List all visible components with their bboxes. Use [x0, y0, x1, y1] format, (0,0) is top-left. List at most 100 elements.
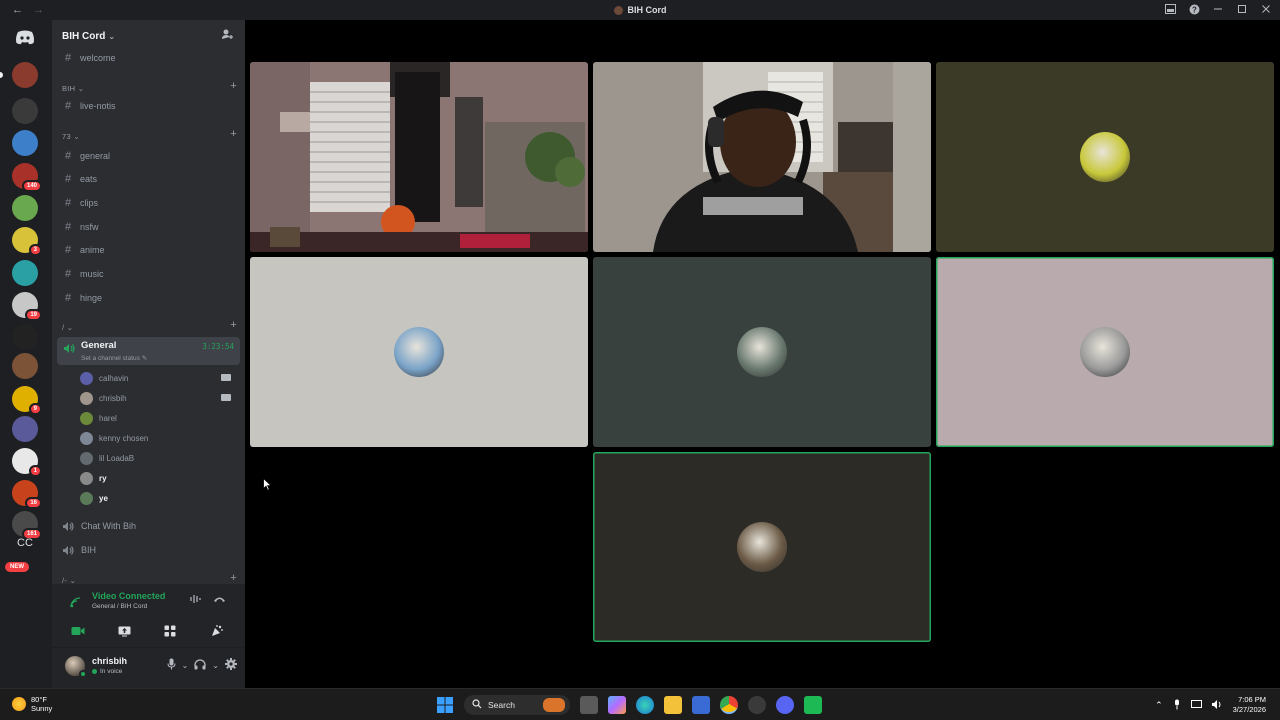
server-13-icon[interactable]: 1	[12, 448, 42, 477]
server-11-icon[interactable]: 9	[12, 386, 42, 415]
volume-icon[interactable]	[1211, 699, 1223, 711]
voice-channel-general[interactable]: General Set a channel status ✎ 3:23:54	[57, 337, 240, 365]
inbox-icon[interactable]	[1164, 3, 1176, 15]
file-explorer-icon[interactable]	[664, 696, 682, 714]
voice-channel-chat-with-bih[interactable]: Chat With Bih	[62, 517, 237, 535]
windows-start-icon[interactable]	[436, 696, 454, 714]
discord-taskbar-icon[interactable]	[776, 696, 794, 714]
chevron-down-icon[interactable]: ⌄	[182, 661, 189, 670]
maximize-icon[interactable]	[1236, 3, 1248, 15]
server-4-icon[interactable]: 140	[12, 163, 42, 192]
server-6-icon[interactable]: 3	[12, 227, 42, 256]
back-button[interactable]: ←	[12, 4, 23, 16]
network-icon[interactable]	[1190, 699, 1202, 711]
tile-avatar-4[interactable]	[936, 257, 1274, 447]
channel-status-prompt[interactable]: Set a channel status ✎	[81, 354, 147, 362]
microphone-tray-icon[interactable]	[1173, 699, 1181, 712]
server-9-icon[interactable]	[12, 324, 38, 350]
weather-widget[interactable]: 80°F Sunny	[12, 695, 52, 713]
voice-user-name: chrisbih	[99, 393, 127, 403]
taskbar-search[interactable]: Search	[464, 695, 570, 715]
server-12-icon[interactable]	[12, 416, 38, 442]
activities-button[interactable]	[150, 621, 190, 641]
channel-name: music	[80, 269, 104, 279]
close-icon[interactable]	[1260, 3, 1272, 15]
chrome-icon[interactable]	[720, 696, 738, 714]
server-10-icon[interactable]	[12, 353, 38, 379]
add-channel-icon[interactable]: +	[230, 128, 237, 140]
hash-icon: #	[64, 221, 72, 233]
server-8-icon[interactable]: 19	[12, 292, 42, 321]
voice-user[interactable]: calhavin	[80, 369, 235, 387]
channel-music[interactable]: # music	[62, 265, 237, 283]
weather-temp: 80°F	[31, 695, 47, 704]
voice-user[interactable]: harel	[80, 409, 235, 427]
server-2-icon[interactable]	[12, 98, 38, 124]
copilot-icon[interactable]	[608, 696, 626, 714]
hash-icon: #	[64, 100, 72, 112]
server-cc[interactable]: CC	[12, 530, 38, 556]
app-green-icon[interactable]	[804, 696, 822, 714]
tile-avatar-5[interactable]	[593, 452, 931, 642]
voice-channel-bih[interactable]: BIH	[62, 541, 237, 559]
clock[interactable]: 7:06 PM 3/27/2026	[1233, 695, 1266, 715]
add-channel-icon[interactable]: +	[230, 572, 237, 584]
camera-button[interactable]	[58, 621, 98, 641]
chevron-down-icon[interactable]: ⌄	[212, 661, 219, 670]
channel-eats[interactable]: # eats	[62, 170, 237, 188]
category-73[interactable]: 73 ⌄ +	[62, 128, 237, 142]
voice-user[interactable]: ry	[80, 469, 235, 487]
task-view-icon[interactable]	[580, 696, 598, 714]
voice-user[interactable]: chrisbih	[80, 389, 235, 407]
add-member-icon[interactable]	[221, 28, 235, 42]
tile-avatar-2[interactable]	[250, 257, 588, 447]
store-icon[interactable]	[692, 696, 710, 714]
category-bih[interactable]: BIH ⌄ +	[62, 80, 237, 94]
headphones-icon[interactable]	[194, 658, 206, 673]
tile-video-1[interactable]	[250, 62, 588, 252]
tile-avatar-3[interactable]	[593, 257, 931, 447]
channel-general[interactable]: # general	[62, 147, 237, 165]
discord-home-icon[interactable]	[12, 24, 38, 50]
server-7-icon[interactable]	[12, 260, 38, 286]
channel-nsfw[interactable]: # nsfw	[62, 218, 237, 236]
edge-icon[interactable]	[636, 696, 654, 714]
server-14-icon[interactable]: 16	[12, 480, 42, 509]
noise-suppression-icon[interactable]	[190, 594, 202, 607]
voice-connected-label[interactable]: Video Connected	[92, 591, 165, 601]
guild-name: BIH Cord	[62, 30, 106, 42]
category-slash[interactable]: / ⌄ +	[62, 319, 237, 333]
voice-user[interactable]: lil LoadaB	[80, 449, 235, 467]
chevron-up-icon[interactable]: ⌃	[1155, 700, 1163, 711]
settings-gear-icon[interactable]	[225, 658, 237, 673]
add-channel-icon[interactable]: +	[230, 80, 237, 92]
channel-hinge[interactable]: # hinge	[62, 289, 237, 307]
add-channel-icon[interactable]: +	[230, 319, 237, 331]
call-timer: 3:23:54	[202, 342, 234, 351]
server-5-icon[interactable]	[12, 195, 38, 221]
screen-share-icon	[118, 626, 130, 636]
username[interactable]: chrisbih	[92, 656, 127, 666]
app-icon[interactable]	[748, 696, 766, 714]
tile-video-2[interactable]	[593, 62, 931, 252]
soundboard-button[interactable]	[196, 621, 236, 641]
forward-button[interactable]: →	[33, 4, 44, 16]
voice-user[interactable]: kenny chosen	[80, 429, 235, 447]
channel-clips[interactable]: # clips	[62, 194, 237, 212]
screenshare-button[interactable]	[104, 621, 144, 641]
server-1-icon[interactable]	[12, 62, 38, 88]
disconnect-icon[interactable]	[213, 594, 226, 606]
guild-header[interactable]: BIH Cord ⌄	[62, 28, 235, 44]
microphone-icon[interactable]	[167, 658, 176, 673]
signal-icon[interactable]	[70, 595, 82, 613]
hash-icon: #	[64, 52, 72, 64]
channel-anime[interactable]: # anime	[62, 241, 237, 259]
minimize-icon[interactable]	[1212, 3, 1224, 15]
channel-live-notis[interactable]: # live-notis	[62, 97, 237, 115]
help-icon[interactable]: ?	[1188, 3, 1200, 15]
server-3-icon[interactable]	[12, 130, 38, 156]
tile-avatar-1[interactable]	[936, 62, 1274, 252]
voice-connected-location[interactable]: General / BIH Cord	[92, 603, 147, 610]
voice-user[interactable]: ye	[80, 489, 235, 507]
channel-welcome[interactable]: # welcome	[62, 49, 237, 67]
